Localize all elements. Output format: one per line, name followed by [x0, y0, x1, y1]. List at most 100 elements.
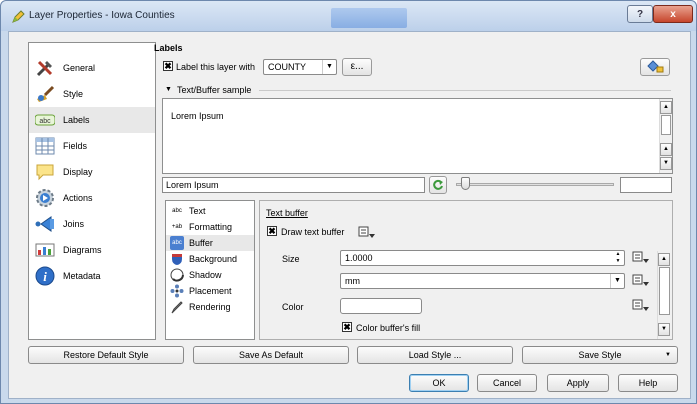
ok-button[interactable]: OK	[409, 374, 469, 392]
sidebar-item-style[interactable]: Style	[29, 81, 155, 107]
zoom-slider-track[interactable]	[456, 183, 614, 186]
draw-buffer-checkbox[interactable]: ✖	[267, 226, 277, 236]
sidebar-label-display: Display	[63, 167, 93, 177]
label-layer-with-text: Label this layer with	[176, 62, 256, 72]
placement-icon	[170, 284, 184, 298]
label-field-combo[interactable]: COUNTY ▼	[263, 59, 337, 75]
save-style-label: Save Style	[578, 350, 622, 360]
paintbrush-icon	[37, 85, 55, 102]
tab-formatting[interactable]: +ab Formatting	[166, 219, 254, 235]
sidebar-label-style: Style	[63, 89, 84, 99]
sample-scrollbar[interactable]: ▲ ▲ ▼	[659, 99, 672, 173]
color-fill-checkbox[interactable]: ✖	[342, 322, 352, 332]
dialog-client-area: General Style abc Labels Fields Display …	[8, 31, 691, 399]
text-buffer-sample-section: Text/Buffer sample	[177, 85, 252, 95]
svg-text:i: i	[43, 269, 47, 284]
buffer-size-value: 1.0000	[345, 253, 373, 263]
window-close-button[interactable]: x	[653, 5, 693, 23]
save-style-button[interactable]: Save Style ▼	[522, 346, 678, 364]
labels-heading: Labels	[154, 43, 183, 53]
rendering-pen-icon	[171, 301, 183, 314]
buffer-scrollbar[interactable]: ▲ ▼	[657, 251, 671, 339]
buffer-unit-value: mm	[345, 276, 360, 286]
speech-bubble-icon	[36, 164, 54, 181]
expression-button[interactable]: ε...	[342, 58, 372, 76]
zoom-slider-handle[interactable]	[461, 177, 470, 190]
title-bar[interactable]: Layer Properties - Iowa Counties ? x	[1, 1, 696, 31]
spin-arrows-icon[interactable]: ▲ ▼	[612, 251, 624, 265]
background-shield-icon	[172, 254, 182, 265]
gear-icon	[36, 189, 54, 207]
chevron-down-icon: ▼	[665, 352, 671, 358]
sample-collapse-arrow-icon[interactable]: ▼	[165, 86, 172, 93]
load-style-button[interactable]: Load Style ...	[357, 346, 513, 364]
buffer-scroll-down-button[interactable]: ▼	[658, 323, 670, 336]
abc-label-icon: abc	[35, 114, 55, 126]
sidebar-item-labels[interactable]: abc Labels	[29, 107, 155, 133]
unit-data-defined-icon[interactable]	[632, 273, 650, 287]
sidebar-item-diagrams[interactable]: Diagrams	[29, 237, 155, 263]
sidebar-label-actions: Actions	[63, 193, 93, 203]
text-buffer-panel: Text buffer ✖ Draw text buffer Size 1.00…	[259, 200, 673, 340]
sidebar-item-metadata[interactable]: i Metadata	[29, 263, 155, 289]
tab-buffer[interactable]: abc Buffer	[166, 235, 254, 251]
text-abc-icon: abc	[172, 208, 182, 214]
scroll-thumb[interactable]	[661, 115, 671, 135]
sidebar-label-general: General	[63, 63, 96, 73]
color-data-defined-icon[interactable]	[632, 298, 650, 312]
layer-properties-window: Layer Properties - Iowa Counties ? x Gen…	[0, 0, 697, 404]
buffer-scroll-thumb[interactable]	[659, 267, 670, 315]
tab-rendering[interactable]: Rendering	[166, 299, 254, 315]
save-as-default-button[interactable]: Save As Default	[193, 346, 349, 364]
buffer-size-spinbox[interactable]: 1.0000 ▲ ▼	[340, 250, 625, 266]
sample-text-input[interactable]: Lorem Ipsum	[162, 177, 425, 193]
restore-default-style-button[interactable]: Restore Default Style	[28, 346, 184, 364]
sidebar-item-joins[interactable]: Joins	[29, 211, 155, 237]
sidebar-label-metadata: Metadata	[63, 271, 101, 281]
tab-shadow[interactable]: Shadow	[166, 267, 254, 283]
size-data-defined-icon[interactable]	[632, 250, 650, 264]
tab-label-text: Text	[189, 206, 206, 216]
qgis-pencil-icon	[12, 10, 25, 23]
apply-button[interactable]: Apply	[547, 374, 609, 392]
tab-label-placement: Placement	[189, 286, 232, 296]
buffer-abc-icon: abc	[170, 236, 184, 250]
tab-placement[interactable]: Placement	[166, 283, 254, 299]
tab-label-rendering: Rendering	[189, 302, 231, 312]
sidebar-item-general[interactable]: General	[29, 55, 155, 81]
cancel-button[interactable]: Cancel	[477, 374, 537, 392]
size-label: Size	[282, 254, 300, 264]
buffer-scroll-up-button[interactable]: ▲	[658, 253, 670, 266]
window-help-button[interactable]: ?	[627, 5, 653, 23]
sidebar-label-joins: Joins	[63, 219, 85, 229]
color-label: Color	[282, 302, 304, 312]
scroll-up-button-2[interactable]: ▲	[660, 143, 672, 156]
chevron-down-icon: ▼	[610, 274, 624, 288]
sidebar-item-display[interactable]: Display	[29, 159, 155, 185]
help-button[interactable]: Help	[618, 374, 678, 392]
sidebar-item-fields[interactable]: Fields	[29, 133, 155, 159]
buffer-color-button[interactable]	[340, 298, 422, 314]
text-buffer-title: Text buffer	[266, 208, 308, 218]
label-layer-checkbox[interactable]: ✖	[163, 61, 173, 71]
label-tools-button[interactable]	[640, 58, 670, 76]
tab-background[interactable]: Background	[166, 251, 254, 267]
tools-icon	[36, 60, 53, 77]
window-title: Layer Properties - Iowa Counties	[29, 10, 175, 21]
properties-sidebar: General Style abc Labels Fields Display …	[28, 42, 156, 340]
formatting-icon: +ab	[171, 224, 183, 230]
color-fill-label: Color buffer's fill	[356, 323, 421, 333]
scroll-down-button[interactable]: ▼	[660, 157, 672, 170]
tab-text[interactable]: abc Text	[166, 203, 254, 219]
join-icon	[35, 216, 54, 232]
sample-preview-text: Lorem Ipsum	[171, 111, 224, 121]
buffer-unit-combo[interactable]: mm ▼	[340, 273, 625, 289]
tab-label-shadow: Shadow	[189, 270, 222, 280]
reset-sample-button[interactable]	[429, 176, 447, 194]
scroll-up-button[interactable]: ▲	[660, 101, 672, 114]
sidebar-label-fields: Fields	[63, 141, 88, 151]
data-defined-override-icon[interactable]	[358, 225, 376, 239]
background-color-swatch[interactable]	[620, 177, 672, 193]
sidebar-item-actions[interactable]: Actions	[29, 185, 155, 211]
label-field-value: COUNTY	[268, 62, 306, 72]
